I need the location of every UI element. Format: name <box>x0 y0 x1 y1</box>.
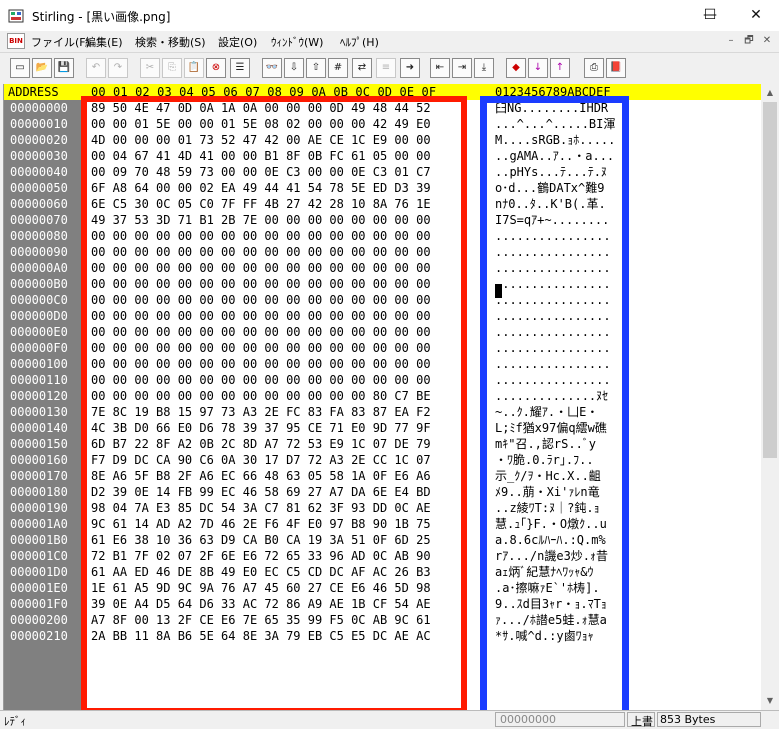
delete-icon[interactable]: ⊗ <box>206 58 226 78</box>
hex-area-highlight <box>81 96 467 714</box>
row-address: 00000070 <box>10 213 68 227</box>
menu-help[interactable]: ﾍﾙﾌﾟ(H) <box>340 34 379 50</box>
row-address: 000000B0 <box>10 277 68 291</box>
menu-file[interactable]: ファイル(F) <box>31 34 90 50</box>
window-title: Stirling - [黒い画像.png] <box>32 10 171 24</box>
row-address: 000001E0 <box>10 581 68 595</box>
mdi-close-button[interactable]: ✕ <box>760 34 774 47</box>
menu-settings[interactable]: 設定(O) <box>218 34 257 50</box>
row-address: 000001D0 <box>10 565 68 579</box>
row-address: 000001B0 <box>10 533 68 547</box>
row-address: 00000160 <box>10 453 68 467</box>
menu-edit[interactable]: 編集(E) <box>85 34 123 50</box>
find-hex-icon[interactable]: # <box>328 58 348 78</box>
paste-icon[interactable]: 📋 <box>184 58 204 78</box>
row-address: 00000050 <box>10 181 68 195</box>
row-address: 000000E0 <box>10 325 68 339</box>
row-address: 000000A0 <box>10 261 68 275</box>
row-address: 00000170 <box>10 469 68 483</box>
replace-icon[interactable]: ⇄ <box>352 58 372 78</box>
row-address: 000000C0 <box>10 293 68 307</box>
row-address: 00000190 <box>10 501 68 515</box>
status-address: 00000000 <box>500 713 556 726</box>
address-header: ADDRESS <box>8 85 59 99</box>
new-icon[interactable]: ▭ <box>10 58 30 78</box>
row-address: 000000F0 <box>10 341 68 355</box>
status-mode: 上書 <box>631 715 653 728</box>
row-address: 00000120 <box>10 389 68 403</box>
compare-icon[interactable]: ≡ <box>376 58 396 78</box>
title-bar: Stirling - [黒い画像.png] — <box>0 0 779 31</box>
maximize-button[interactable]: ☐ <box>687 0 733 31</box>
scroll-thumb[interactable] <box>763 102 777 458</box>
row-address: 00000090 <box>10 245 68 259</box>
find-icon[interactable]: 👓 <box>262 58 282 78</box>
mark-prev-icon[interactable]: ↑ <box>550 58 570 78</box>
redo-icon[interactable]: ↷ <box>108 58 128 78</box>
mdi-restore-button[interactable]: 🗗 <box>742 34 756 47</box>
cut-icon[interactable]: ✂ <box>140 58 160 78</box>
find-next-icon[interactable]: ⇩ <box>284 58 304 78</box>
mark-next-icon[interactable]: ↓ <box>528 58 548 78</box>
row-address: 00000130 <box>10 405 68 419</box>
copy-icon[interactable]: ⎘ <box>162 58 182 78</box>
row-address: 00000210 <box>10 629 68 643</box>
row-address: 000001C0 <box>10 549 68 563</box>
row-address: 00000080 <box>10 229 68 243</box>
status-ready: ﾚﾃﾞｨ <box>4 715 26 728</box>
row-address: 00000000 <box>10 101 68 115</box>
list-icon[interactable]: ☰ <box>230 58 250 78</box>
document-icon[interactable]: BIN <box>7 33 25 49</box>
text-area-highlight <box>480 96 629 720</box>
print-icon[interactable]: ⎙ <box>584 58 604 78</box>
close-button[interactable]: ✕ <box>733 0 779 31</box>
toolbar: ▭ 📂 💾 ↶ ↷ ✂ ⎘ 📋 ⊗ ☰ 👓 ⇩ ⇧ # ⇄ ≡ ➜ ⇤ ⇥ ⤓ … <box>0 52 779 83</box>
jump-icon[interactable]: ➜ <box>400 58 420 78</box>
row-address: 00000110 <box>10 373 68 387</box>
scroll-up-arrow-icon[interactable]: ▲ <box>763 86 777 100</box>
row-address: 000001A0 <box>10 517 68 531</box>
menu-window[interactable]: ｳｨﾝﾄﾞｳ(W) <box>271 34 323 50</box>
row-address: 000000D0 <box>10 309 68 323</box>
insert-left-icon[interactable]: ⇤ <box>430 58 450 78</box>
insert-icon[interactable]: ⤓ <box>474 58 494 78</box>
mark-icon[interactable]: ◆ <box>506 58 526 78</box>
find-prev-icon[interactable]: ⇧ <box>306 58 326 78</box>
row-address: 00000040 <box>10 165 68 179</box>
menu-search-move[interactable]: 検索・移動(S) <box>135 34 206 50</box>
row-address: 00000060 <box>10 197 68 211</box>
row-address: 00000150 <box>10 437 68 451</box>
row-address: 00000140 <box>10 421 68 435</box>
row-address: 00000100 <box>10 357 68 371</box>
row-address: 00000010 <box>10 117 68 131</box>
status-size: 853 Bytes <box>660 713 716 726</box>
menu-bar: BIN ファイル(F) 編集(E) 検索・移動(S) 設定(O) ｳｨﾝﾄﾞｳ(… <box>0 31 779 51</box>
row-address: 00000180 <box>10 485 68 499</box>
row-address: 000001F0 <box>10 597 68 611</box>
row-address: 00000200 <box>10 613 68 627</box>
book-icon[interactable]: 📕 <box>606 58 626 78</box>
undo-icon[interactable]: ↶ <box>86 58 106 78</box>
save-icon[interactable]: 💾 <box>54 58 74 78</box>
row-address: 00000020 <box>10 133 68 147</box>
app-icon <box>8 9 24 23</box>
scroll-down-arrow-icon[interactable]: ▼ <box>763 694 777 708</box>
status-bar: ﾚﾃﾞｨ 00000000 上書 853 Bytes <box>0 710 779 729</box>
mdi-minimize-button[interactable]: – <box>724 34 738 47</box>
insert-right-icon[interactable]: ⇥ <box>452 58 472 78</box>
open-icon[interactable]: 📂 <box>32 58 52 78</box>
row-address: 00000030 <box>10 149 68 163</box>
